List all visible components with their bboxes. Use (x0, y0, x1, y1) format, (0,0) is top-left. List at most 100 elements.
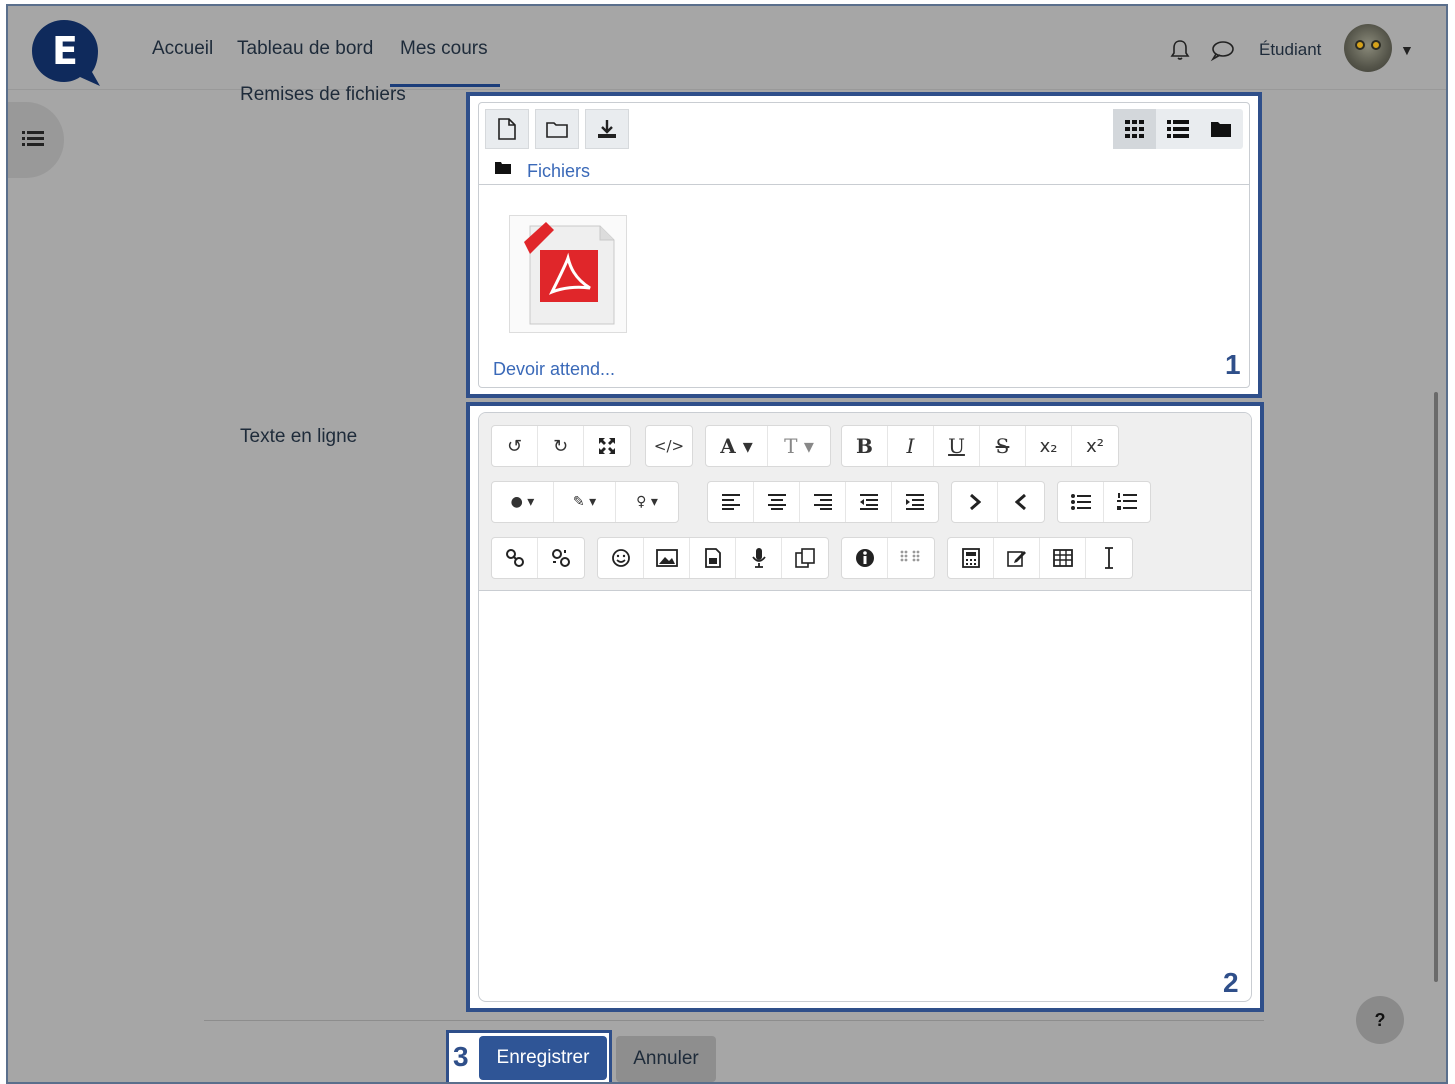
toolbar-group-links (491, 537, 585, 579)
nav-link-my-courses[interactable]: Mes cours (400, 38, 488, 60)
save-highlight: 3 Enregistrer (446, 1030, 612, 1082)
bold-icon[interactable]: B (842, 426, 888, 466)
view-list-button[interactable] (1156, 109, 1199, 149)
edit-icon[interactable] (994, 538, 1040, 578)
html-source-icon[interactable]: </> (646, 426, 692, 466)
view-mode-group (1113, 109, 1243, 149)
undo-icon[interactable]: ↺ (492, 426, 538, 466)
add-file-button[interactable] (485, 109, 529, 149)
user-avatar[interactable] (1344, 24, 1392, 72)
toolbar-group-accessibility (841, 537, 935, 579)
cancel-button[interactable]: Annuler (616, 1036, 716, 1082)
accessibility-checker-icon[interactable] (842, 538, 888, 578)
view-icons-button[interactable] (1113, 109, 1156, 149)
image-icon[interactable] (644, 538, 690, 578)
grid-icon (1124, 120, 1144, 138)
unlink-icon[interactable] (538, 538, 584, 578)
user-name[interactable]: Étudiant (1259, 40, 1321, 60)
page: E Accueil Tableau de bord Mes cours Étud… (6, 4, 1448, 1084)
nav-link-dashboard[interactable]: Tableau de bord (237, 38, 373, 60)
form-divider (204, 1020, 1264, 1021)
calculator-icon[interactable] (948, 538, 994, 578)
folder-solid-icon (1210, 122, 1231, 137)
page-scrollbar[interactable] (1434, 392, 1438, 982)
file-name-link[interactable]: Devoir attend... (493, 359, 615, 380)
media-icon[interactable] (690, 538, 736, 578)
download-icon (598, 120, 616, 138)
underline-icon[interactable]: U (934, 426, 980, 466)
atto-editor: ↺ ↻ </> A ▾ T ▾ B I U S x₂ x² ● ▾ ✎ ▾ ♀ … (478, 412, 1252, 1002)
unordered-list-icon[interactable] (1058, 482, 1104, 522)
online-text-label: Texte en ligne (240, 426, 358, 447)
manage-files-icon[interactable] (782, 538, 828, 578)
accessibility-tip-icon[interactable]: ♀ ▾ (616, 482, 678, 522)
nav-active-indicator (390, 84, 500, 87)
chevron-right-icon[interactable] (952, 482, 998, 522)
background-color-icon[interactable]: ✎ ▾ (554, 482, 616, 522)
filemanager-path[interactable]: Fichiers (527, 161, 590, 182)
editor-content-area[interactable] (479, 591, 1251, 1001)
view-tree-button[interactable] (1199, 109, 1242, 149)
callout-number-2: 2 (1223, 967, 1239, 998)
toolbar-group-lists (1057, 481, 1151, 523)
list-icon (22, 131, 44, 146)
font-size-icon[interactable]: T ▾ (768, 426, 830, 466)
chevron-left-icon[interactable] (998, 482, 1044, 522)
link-icon[interactable] (492, 538, 538, 578)
clear-formatting-icon[interactable] (1086, 538, 1132, 578)
outdent-icon[interactable] (846, 482, 892, 522)
align-left-icon[interactable] (708, 482, 754, 522)
course-index-toggle[interactable] (8, 102, 64, 178)
editor-highlight: ↺ ↻ </> A ▾ T ▾ B I U S x₂ x² ● ▾ ✎ ▾ ♀ … (466, 402, 1264, 1012)
folder-solid-icon (495, 162, 511, 174)
superscript-icon[interactable]: x² (1072, 426, 1118, 466)
font-color-icon[interactable]: ● ▾ (492, 482, 554, 522)
top-navbar: E Accueil Tableau de bord Mes cours Étud… (8, 6, 1446, 90)
chevron-down-icon[interactable]: ▼ (1400, 42, 1414, 58)
chat-bubble-icon[interactable] (1210, 38, 1234, 62)
subscript-icon[interactable]: x₂ (1026, 426, 1072, 466)
folder-icon (546, 122, 568, 138)
site-logo[interactable]: E (30, 18, 100, 86)
table-icon[interactable] (1040, 538, 1086, 578)
toolbar-group-misc (947, 537, 1133, 579)
font-family-icon[interactable]: A ▾ (706, 426, 768, 466)
download-all-button[interactable] (585, 109, 629, 149)
redo-icon[interactable]: ↻ (538, 426, 584, 466)
nav-link-home[interactable]: Accueil (152, 38, 213, 60)
filemanager-highlight: Fichiers Devoir attend... 1 (466, 92, 1262, 398)
callout-number-1: 1 (1225, 349, 1241, 380)
pdf-file-thumbnail[interactable] (509, 215, 627, 333)
bell-icon[interactable] (1168, 38, 1192, 62)
callout-number-3: 3 (453, 1041, 469, 1072)
file-submissions-label: Remises de fichiers (240, 84, 406, 105)
toolbar-group-colors: ● ▾ ✎ ▾ ♀ ▾ (491, 481, 679, 523)
file-icon (498, 118, 516, 140)
toolbar-group-style: B I U S x₂ x² (841, 425, 1119, 467)
toolbar-group-font: A ▾ T ▾ (705, 425, 831, 467)
editor-toolbar: ↺ ↻ </> A ▾ T ▾ B I U S x₂ x² ● ▾ ✎ ▾ ♀ … (479, 413, 1251, 591)
align-center-icon[interactable] (754, 482, 800, 522)
toolbar-group-media (597, 537, 829, 579)
list-icon (1166, 120, 1189, 138)
toolbar-group-align (707, 481, 939, 523)
filemanager-toolbar: Fichiers (479, 103, 1249, 185)
screenreader-helper-icon[interactable] (888, 538, 934, 578)
indent-icon[interactable] (892, 482, 938, 522)
fullscreen-icon[interactable] (584, 426, 630, 466)
strikethrough-icon[interactable]: S (980, 426, 1026, 466)
microphone-icon[interactable] (736, 538, 782, 578)
italic-icon[interactable]: I (888, 426, 934, 466)
ordered-list-icon[interactable] (1104, 482, 1150, 522)
align-right-icon[interactable] (800, 482, 846, 522)
emoticon-icon[interactable] (598, 538, 644, 578)
save-button[interactable]: Enregistrer (479, 1036, 607, 1080)
pdf-icon (524, 222, 615, 325)
create-folder-button[interactable] (535, 109, 579, 149)
help-button[interactable]: ? (1356, 996, 1404, 1044)
toolbar-group-html: </> (645, 425, 693, 467)
toolbar-group-indent (951, 481, 1045, 523)
toolbar-group-history: ↺ ↻ (491, 425, 631, 467)
svg-text:E: E (52, 29, 78, 73)
filemanager: Fichiers Devoir attend... 1 (478, 102, 1250, 388)
